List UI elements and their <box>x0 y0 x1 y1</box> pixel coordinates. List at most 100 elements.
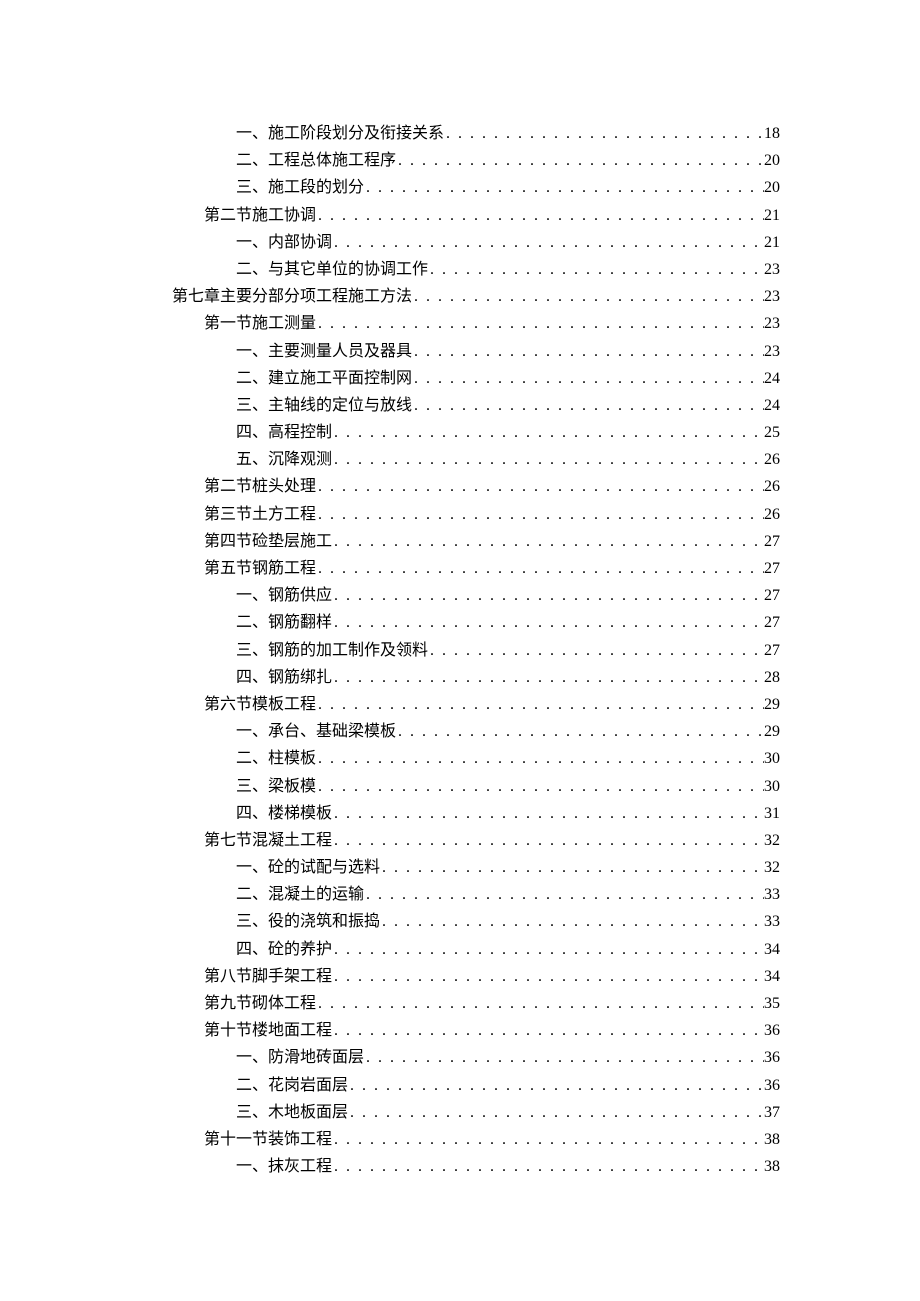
toc-leader-dots <box>412 338 764 365</box>
toc-entry-page: 18 <box>764 120 780 147</box>
toc-leader-dots <box>380 908 764 935</box>
toc-leader-dots <box>332 528 764 555</box>
toc-leader-dots <box>412 365 764 392</box>
toc-entry: 三、梁板模 30 <box>140 773 780 800</box>
toc-entry: 一、钢筋供应27 <box>140 582 780 609</box>
toc-entry-title: 五、沉降观测 <box>236 446 332 473</box>
toc-entry: 第十一节装饰工程38 <box>140 1126 780 1153</box>
toc-entry: 四、楼梯模板31 <box>140 800 780 827</box>
toc-leader-dots <box>444 120 764 147</box>
toc-entry: 二、建立施工平面控制网24 <box>140 365 780 392</box>
toc-entry-title: 一、内部协调 <box>236 229 332 256</box>
toc-entry-title: 三、主轴线的定位与放线 <box>236 392 412 419</box>
toc-entry-title: 三、钢筋的加工制作及领料 <box>236 637 428 664</box>
toc-entry-page: 26 <box>764 501 780 528</box>
toc-entry: 二、柱模板30 <box>140 745 780 772</box>
toc-entry-page: 27 <box>764 528 780 555</box>
toc-entry: 四、钢筋绑扎28 <box>140 664 780 691</box>
toc-entry-title: 第三节土方工程 <box>204 501 316 528</box>
toc-leader-dots <box>332 827 764 854</box>
toc-entry-title: 第五节钢筋工程 <box>204 555 316 582</box>
toc-leader-dots <box>348 1099 764 1126</box>
toc-entry-page: 36 <box>764 1072 780 1099</box>
toc-entry: 五、沉降观测 26 <box>140 446 780 473</box>
toc-entry-title: 一、抹灰工程 <box>236 1153 332 1180</box>
toc-entry-title: 三、梁板模 <box>236 773 316 800</box>
toc-entry-page: 33 <box>764 908 780 935</box>
toc-entry-title: 三、役的浇筑和振捣 <box>236 908 380 935</box>
toc-leader-dots <box>380 854 764 881</box>
toc-leader-dots <box>332 800 764 827</box>
toc-leader-dots <box>348 1072 764 1099</box>
toc-entry: 三、钢筋的加工制作及领料 27 <box>140 637 780 664</box>
toc-entry-page: 24 <box>764 392 780 419</box>
toc-entry-page: 38 <box>764 1153 780 1180</box>
toc-entry-page: 35 <box>764 990 780 1017</box>
toc-entry-page: 30 <box>764 745 780 772</box>
toc-entry: 二、混凝土的运输33 <box>140 881 780 908</box>
toc-leader-dots <box>316 473 764 500</box>
toc-entry-title: 第一节施工测量 <box>204 310 316 337</box>
toc-entry: 第二节施工协调21 <box>140 202 780 229</box>
toc-entry-page: 27 <box>764 637 780 664</box>
toc-entry: 一、主要测量人员及器具23 <box>140 338 780 365</box>
toc-entry: 一、内部协调21 <box>140 229 780 256</box>
toc-entry-page: 29 <box>764 691 780 718</box>
toc-entry: 一、防滑地砖面层36 <box>140 1044 780 1071</box>
toc-entry-page: 24 <box>764 365 780 392</box>
toc-entry-title: 四、楼梯模板 <box>236 800 332 827</box>
toc-entry-title: 一、砼的试配与选料 <box>236 854 380 881</box>
toc-leader-dots <box>316 501 764 528</box>
toc-entry: 二、与其它单位的协调工作23 <box>140 256 780 283</box>
toc-leader-dots <box>316 990 764 1017</box>
toc-entry: 四、高程控制25 <box>140 419 780 446</box>
toc-leader-dots <box>332 936 764 963</box>
toc-entry: 二、花岗岩面层36 <box>140 1072 780 1099</box>
toc-leader-dots <box>332 446 764 473</box>
toc-entry: 第七节混凝土工程32 <box>140 827 780 854</box>
toc-leader-dots <box>364 1044 764 1071</box>
toc-leader-dots <box>332 1126 764 1153</box>
toc-leader-dots <box>332 229 764 256</box>
toc-entry-title: 一、施工阶段划分及衔接关系 <box>236 120 444 147</box>
toc-entry-page: 26 <box>764 446 780 473</box>
toc-entry-page: 29 <box>764 718 780 745</box>
toc-entry: 第六节模板工程29 <box>140 691 780 718</box>
toc-entry-page: 32 <box>764 854 780 881</box>
toc-entry-page: 20 <box>764 174 780 201</box>
toc-entry-title: 第七章主要分部分项工程施工方法 <box>172 283 412 310</box>
toc-entry: 第七章主要分部分项工程施工方法23 <box>140 283 780 310</box>
toc-entry-page: 28 <box>764 664 780 691</box>
toc-leader-dots <box>364 881 764 908</box>
toc-entry: 第十节楼地面工程36 <box>140 1017 780 1044</box>
toc-entry: 一、施工阶段划分及衔接关系 18 <box>140 120 780 147</box>
toc-entry: 三、施工段的划分20 <box>140 174 780 201</box>
toc-entry-title: 一、钢筋供应 <box>236 582 332 609</box>
toc-leader-dots <box>316 202 764 229</box>
toc-entry-page: 30 <box>764 773 780 800</box>
toc-leader-dots <box>364 174 764 201</box>
toc-entry: 第一节施工测量23 <box>140 310 780 337</box>
toc-entry: 三、木地板面层37 <box>140 1099 780 1126</box>
toc-leader-dots <box>332 1153 764 1180</box>
toc-entry: 第二节桩头处理26 <box>140 473 780 500</box>
toc-entry: 二、钢筋翻样27 <box>140 609 780 636</box>
toc-entry-title: 第四节硷垫层施工 <box>204 528 332 555</box>
toc-entry-title: 第十节楼地面工程 <box>204 1017 332 1044</box>
toc-entry-page: 34 <box>764 963 780 990</box>
toc-entry: 一、砼的试配与选料 32 <box>140 854 780 881</box>
toc-leader-dots <box>332 963 764 990</box>
toc-entry-page: 21 <box>764 202 780 229</box>
toc-leader-dots <box>412 392 764 419</box>
table-of-contents: 一、施工阶段划分及衔接关系18二、工程总体施工程序20三、施工段的划分20第二节… <box>140 120 780 1180</box>
toc-entry-title: 第十一节装饰工程 <box>204 1126 332 1153</box>
toc-entry-title: 三、木地板面层 <box>236 1099 348 1126</box>
toc-entry-title: 第八节脚手架工程 <box>204 963 332 990</box>
toc-entry-title: 一、防滑地砖面层 <box>236 1044 364 1071</box>
toc-entry: 三、役的浇筑和振捣 33 <box>140 908 780 935</box>
toc-entry-title: 二、工程总体施工程序 <box>236 147 396 174</box>
toc-entry-page: 33 <box>764 881 780 908</box>
toc-entry: 第五节钢筋工程27 <box>140 555 780 582</box>
toc-entry: 第八节脚手架工程 34 <box>140 963 780 990</box>
toc-entry: 第三节土方工程 26 <box>140 501 780 528</box>
